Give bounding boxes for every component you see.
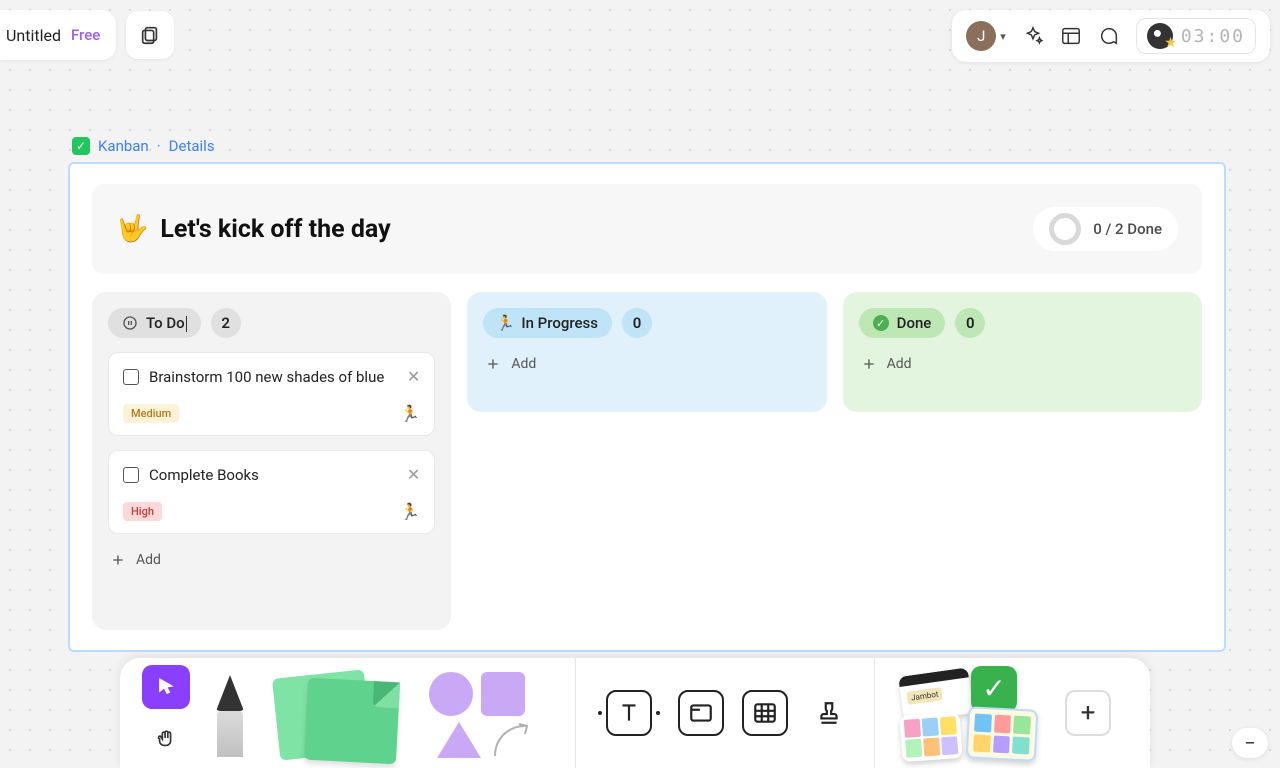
file-chip[interactable]: Untitled Free — [0, 10, 116, 60]
select-tool[interactable] — [142, 665, 190, 709]
progress-ring-icon — [1049, 213, 1081, 245]
pen-tool[interactable] — [208, 669, 252, 757]
minus-icon: − — [1244, 731, 1255, 755]
done-summary-text: 0 / 2 Done — [1093, 220, 1162, 238]
priority-badge[interactable]: Medium — [123, 404, 179, 423]
section-icon — [688, 700, 714, 726]
card-title[interactable]: Brainstorm 100 new shades of blue — [149, 368, 397, 386]
widget-type-icon: ✓ — [72, 137, 90, 155]
triangle-icon — [437, 722, 481, 758]
timer-value: 03:00 — [1181, 26, 1245, 47]
priority-badge[interactable]: High — [123, 502, 162, 521]
widgets-tool[interactable]: Jambot ✓ — [897, 666, 1047, 761]
cursor-icon — [155, 676, 177, 698]
add-card-button[interactable]: Add — [859, 352, 1186, 376]
table-tool[interactable] — [742, 690, 788, 736]
card[interactable]: Complete Books ✕ High 🏃 — [108, 450, 435, 534]
add-card-button[interactable]: Add — [108, 548, 435, 572]
column-done[interactable]: ✓ Done 0 Add — [843, 292, 1202, 412]
column-count-done: 0 — [955, 308, 985, 338]
zoom-out-button[interactable]: − — [1232, 728, 1268, 758]
plus-icon — [861, 356, 877, 372]
board-header: 🤟 Let's kick off the day 0 / 2 Done — [92, 184, 1202, 274]
pen-icon — [216, 675, 244, 757]
column-count-progress: 0 — [622, 308, 652, 338]
column-chip-done[interactable]: ✓ Done — [859, 308, 946, 338]
plus-icon — [110, 552, 126, 568]
copy-icon — [139, 24, 161, 46]
checkbox-icon[interactable] — [123, 467, 139, 483]
check-widget-icon: ✓ — [971, 666, 1017, 712]
add-label: Add — [887, 356, 912, 372]
checkbox-icon[interactable] — [123, 369, 139, 385]
layout-icon[interactable] — [1060, 25, 1082, 47]
square-icon — [481, 672, 525, 716]
check-circle-icon: ✓ — [873, 315, 889, 331]
close-icon[interactable]: ✕ — [407, 367, 420, 386]
new-file-button[interactable] — [126, 11, 174, 59]
file-title: Untitled — [6, 26, 61, 45]
move-icon[interactable]: 🏃 — [400, 404, 420, 423]
running-icon: 🏃 — [497, 315, 513, 331]
text-tool[interactable] — [598, 690, 660, 736]
close-icon[interactable]: ✕ — [407, 465, 420, 484]
shapes-tool[interactable] — [423, 666, 553, 761]
sticky-icon — [304, 677, 400, 764]
column-chip-progress[interactable]: 🏃 In Progress — [483, 308, 612, 338]
miniboard-widget-icon — [966, 706, 1039, 762]
connector-icon — [491, 720, 535, 760]
palette-widget-icon — [899, 711, 962, 761]
section-tool[interactable] — [678, 690, 724, 736]
plus-icon: + — [1081, 698, 1096, 728]
board-emoji-icon: 🤟 — [116, 214, 148, 244]
sparkle-icon[interactable] — [1022, 25, 1044, 47]
pause-icon — [122, 315, 138, 331]
avatar: J — [966, 21, 996, 51]
account-menu[interactable]: J ▾ — [966, 21, 1006, 51]
column-in-progress[interactable]: 🏃 In Progress 0 Add — [467, 292, 826, 412]
crumb-view[interactable]: Kanban — [98, 137, 149, 155]
column-todo[interactable]: To Do 2 Brainstorm 100 new shades of blu… — [92, 292, 451, 630]
add-label: Add — [511, 356, 536, 372]
bottom-toolbar: Jambot ✓ + — [120, 658, 1150, 768]
hand-icon — [155, 728, 177, 750]
add-label: Add — [136, 552, 161, 568]
plus-icon — [485, 356, 501, 372]
text-icon — [616, 700, 642, 726]
hand-tool[interactable] — [142, 717, 190, 761]
more-tools-button[interactable]: + — [1065, 690, 1111, 736]
timer-icon: ★ — [1147, 23, 1173, 49]
column-label[interactable]: Done — [897, 314, 932, 332]
board-title[interactable]: Let's kick off the day — [160, 215, 390, 244]
crumb-subview[interactable]: Details — [169, 137, 215, 155]
handle-icon — [656, 711, 660, 715]
timer[interactable]: ★ 03:00 — [1136, 18, 1256, 54]
move-icon[interactable]: 🏃 — [400, 502, 420, 521]
handle-icon — [598, 711, 602, 715]
sticky-note-tool[interactable] — [270, 666, 405, 761]
table-icon — [752, 700, 778, 726]
stamp-tool[interactable] — [806, 690, 852, 736]
circle-icon — [429, 672, 473, 716]
chevron-down-icon: ▾ — [1000, 30, 1006, 43]
column-label[interactable]: In Progress — [521, 314, 598, 332]
card-title[interactable]: Complete Books — [149, 466, 397, 484]
crumb-separator: · — [157, 137, 161, 155]
column-label[interactable]: To Do — [146, 314, 187, 332]
plan-badge: Free — [71, 26, 100, 44]
columns: To Do 2 Brainstorm 100 new shades of blu… — [92, 292, 1202, 630]
add-card-button[interactable]: Add — [483, 352, 810, 376]
top-right-bar: J ▾ ★ 03:00 — [952, 10, 1270, 62]
breadcrumb: ✓ Kanban · Details — [72, 137, 215, 155]
kanban-board[interactable]: 🤟 Let's kick off the day 0 / 2 Done To D… — [68, 162, 1226, 652]
column-chip-todo[interactable]: To Do — [108, 308, 201, 338]
column-count-todo: 2 — [211, 308, 241, 338]
comment-icon[interactable] — [1098, 25, 1120, 47]
stamp-icon — [816, 700, 842, 726]
card[interactable]: Brainstorm 100 new shades of blue ✕ Medi… — [108, 352, 435, 436]
done-summary: 0 / 2 Done — [1033, 207, 1178, 251]
